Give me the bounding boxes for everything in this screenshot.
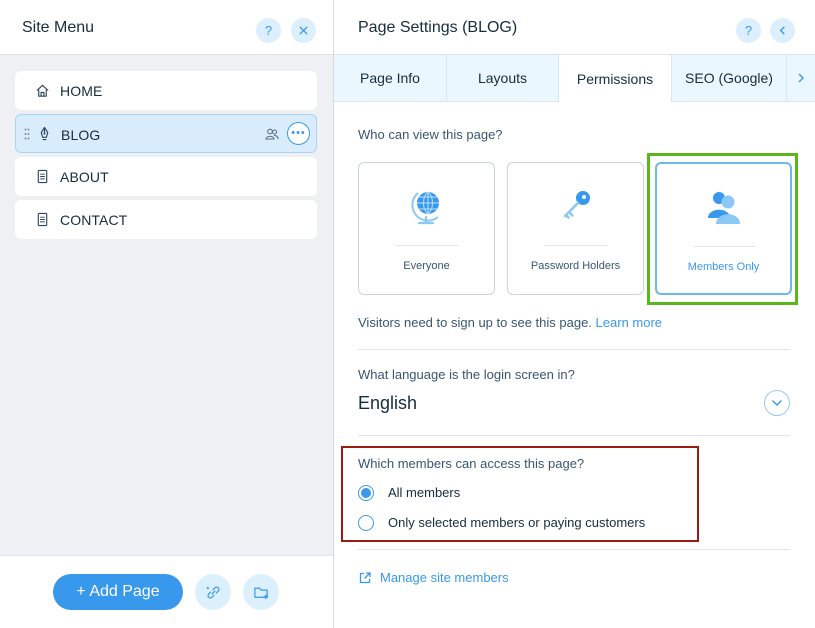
permission-option-label: Everyone bbox=[403, 260, 450, 272]
tab-permissions[interactable]: Permissions bbox=[559, 55, 672, 102]
external-link-icon bbox=[359, 571, 371, 583]
page-item-blog[interactable]: BLOG ••• bbox=[15, 114, 317, 153]
tabs-scroll-right-button[interactable] bbox=[787, 55, 815, 101]
permission-option-everyone[interactable]: Everyone bbox=[358, 162, 495, 295]
permission-info: Visitors need to sign up to see this pag… bbox=[358, 315, 662, 330]
permission-option-password-holders[interactable]: Password Holders bbox=[507, 162, 644, 295]
learn-more-link[interactable]: Learn more bbox=[596, 315, 662, 330]
tab-seo[interactable]: SEO (Google) bbox=[672, 55, 787, 101]
page-item-contact[interactable]: CONTACT bbox=[15, 200, 317, 239]
login-language-value[interactable]: English bbox=[358, 393, 417, 414]
manage-site-members-label: Manage site members bbox=[380, 570, 509, 585]
page-settings-title: Page Settings (BLOG) bbox=[358, 19, 518, 36]
chevron-right-icon bbox=[798, 73, 804, 83]
language-dropdown-button[interactable] bbox=[764, 390, 790, 416]
page-settings-header: Page Settings (BLOG) ? bbox=[334, 0, 815, 55]
manage-site-members-link[interactable]: Manage site members bbox=[358, 570, 509, 585]
tab-page-info[interactable]: Page Info bbox=[334, 55, 447, 101]
page-item-home[interactable]: HOME bbox=[15, 71, 317, 110]
page-item-label: BLOG bbox=[61, 127, 101, 143]
members-only-highlight bbox=[647, 153, 798, 305]
help-button[interactable]: ? bbox=[256, 18, 281, 43]
back-button[interactable] bbox=[770, 18, 795, 43]
globe-icon bbox=[410, 191, 439, 225]
drag-handle-icon[interactable] bbox=[24, 128, 30, 140]
key-icon bbox=[563, 191, 590, 219]
site-menu-title: Site Menu bbox=[22, 19, 95, 36]
chevron-down-icon bbox=[772, 400, 782, 406]
chevron-left-icon bbox=[779, 26, 785, 35]
site-menu-panel: Site Menu ? HOME BLOG ••• ABOUT CONTACT … bbox=[0, 0, 334, 628]
page-icon bbox=[37, 212, 48, 227]
login-language-label: What language is the login screen in? bbox=[358, 367, 575, 382]
link-icon bbox=[206, 586, 219, 598]
question-mark-icon: ? bbox=[264, 23, 273, 38]
settings-tabs: Page Info Layouts Permissions SEO (Googl… bbox=[334, 55, 815, 102]
close-button[interactable] bbox=[291, 18, 316, 43]
page-icon bbox=[37, 169, 48, 184]
member-access-highlight bbox=[341, 446, 699, 542]
tab-layouts[interactable]: Layouts bbox=[447, 55, 559, 101]
permission-info-text: Visitors need to sign up to see this pag… bbox=[358, 315, 592, 330]
permission-option-label: Password Holders bbox=[530, 260, 621, 272]
page-item-label: HOME bbox=[60, 83, 103, 99]
home-icon bbox=[36, 84, 49, 97]
close-icon bbox=[299, 26, 308, 35]
pen-nib-icon bbox=[40, 126, 49, 141]
members-only-icon bbox=[265, 128, 279, 140]
add-folder-button[interactable] bbox=[243, 574, 279, 610]
help-button[interactable]: ? bbox=[736, 18, 761, 43]
add-link-button[interactable] bbox=[195, 574, 231, 610]
divider bbox=[358, 549, 790, 550]
question-mark-icon: ? bbox=[744, 23, 753, 38]
divider bbox=[358, 435, 790, 436]
add-page-button[interactable]: + Add Page bbox=[53, 574, 183, 610]
page-item-label: CONTACT bbox=[60, 212, 128, 228]
site-menu-footer: + Add Page bbox=[0, 555, 333, 628]
folder-plus-icon bbox=[253, 587, 268, 599]
page-item-about[interactable]: ABOUT bbox=[15, 157, 317, 196]
card-divider bbox=[545, 245, 607, 246]
divider bbox=[358, 349, 790, 350]
card-divider bbox=[396, 245, 458, 246]
page-item-label: ABOUT bbox=[60, 169, 109, 185]
ellipsis-icon: ••• bbox=[291, 127, 306, 139]
site-menu-header: Site Menu ? bbox=[0, 0, 333, 55]
more-actions-button[interactable]: ••• bbox=[287, 122, 310, 145]
who-can-view-label: Who can view this page? bbox=[358, 127, 503, 142]
